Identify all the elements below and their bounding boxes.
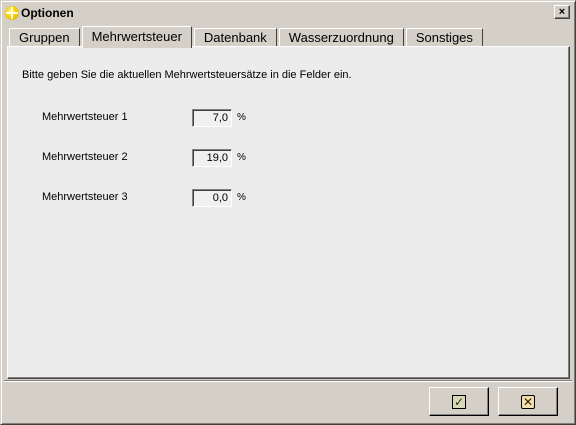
- vat-3-input[interactable]: [192, 189, 232, 207]
- title-bar[interactable]: Optionen ×: [4, 4, 572, 22]
- ok-button[interactable]: ✓: [429, 387, 489, 416]
- tab-datenbank[interactable]: Datenbank: [193, 28, 277, 47]
- options-window: Optionen × Gruppen Mehrwertsteuer Datenb…: [0, 0, 576, 425]
- vat-3-label: Mehrwertsteuer 3: [42, 191, 128, 203]
- vat-3-unit: %: [237, 192, 246, 203]
- app-icon: [5, 6, 19, 20]
- cancel-x-icon: ✕: [521, 394, 535, 409]
- tab-panel-mehrwertsteuer: Bitte geben Sie die aktuellen Mehrwertst…: [7, 46, 570, 379]
- vat-2-label: Mehrwertsteuer 2: [42, 151, 128, 163]
- vat-1-unit: %: [237, 112, 246, 123]
- close-button[interactable]: ×: [554, 5, 570, 19]
- instruction-text: Bitte geben Sie die aktuellen Mehrwertst…: [22, 69, 352, 81]
- tab-strip: Gruppen Mehrwertsteuer Datenbank Wasserz…: [9, 25, 485, 48]
- tab-gruppen[interactable]: Gruppen: [9, 28, 80, 47]
- checkmark-icon: ✓: [452, 394, 466, 409]
- vat-2-input[interactable]: [192, 149, 232, 167]
- vat-1-label: Mehrwertsteuer 1: [42, 111, 128, 123]
- close-icon: ×: [558, 6, 566, 18]
- tab-sonstiges[interactable]: Sonstiges: [405, 28, 483, 47]
- cancel-button[interactable]: ✕: [498, 387, 558, 416]
- window-title: Optionen: [21, 6, 74, 20]
- tab-wasserzuordnung[interactable]: Wasserzuordnung: [278, 28, 404, 47]
- footer-divider: [4, 380, 572, 382]
- tab-mehrwertsteuer[interactable]: Mehrwertsteuer: [81, 26, 192, 48]
- vat-2-unit: %: [237, 152, 246, 163]
- vat-1-input[interactable]: [192, 109, 232, 127]
